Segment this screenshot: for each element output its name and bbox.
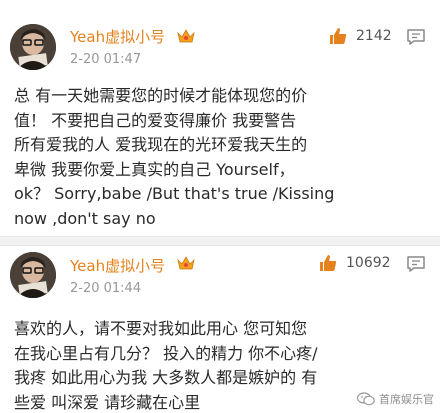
comment-time: 2-20 01:47 xyxy=(70,52,142,67)
like-button[interactable]: 10692 xyxy=(318,253,391,273)
crown-icon xyxy=(177,29,195,43)
avatar[interactable] xyxy=(10,252,56,298)
username[interactable]: Yeah虚拟小号 xyxy=(70,255,165,276)
like-count: 2142 xyxy=(356,28,392,44)
reply-icon[interactable] xyxy=(406,255,426,273)
watermark: 首席娱乐官 xyxy=(357,391,434,407)
reply-icon[interactable] xyxy=(406,28,426,46)
comment-card: Yeah虚拟小号 2-20 01:47 2142 总 有一天她需要您的时候才能体… xyxy=(0,0,440,236)
username[interactable]: Yeah虚拟小号 xyxy=(70,26,165,47)
like-count: 10692 xyxy=(346,255,391,271)
wechat-icon xyxy=(357,392,375,406)
avatar[interactable] xyxy=(10,24,56,70)
like-button[interactable]: 2142 xyxy=(328,26,392,46)
comment-time: 2-20 01:44 xyxy=(70,281,142,296)
crown-icon xyxy=(177,256,195,270)
comment-divider xyxy=(0,236,440,246)
comment-card: Yeah虚拟小号 2-20 01:44 10692 喜欢的人，请不要对我如此用心… xyxy=(0,246,440,413)
comment-text: 总 有一天她需要您的时候才能体现您的价 值！ 不要把自己的爱变得廉价 我要警告 … xyxy=(14,86,335,228)
watermark-text: 首席娱乐官 xyxy=(379,393,434,406)
thumbs-up-icon xyxy=(320,255,337,271)
thumbs-up-icon xyxy=(330,28,347,44)
